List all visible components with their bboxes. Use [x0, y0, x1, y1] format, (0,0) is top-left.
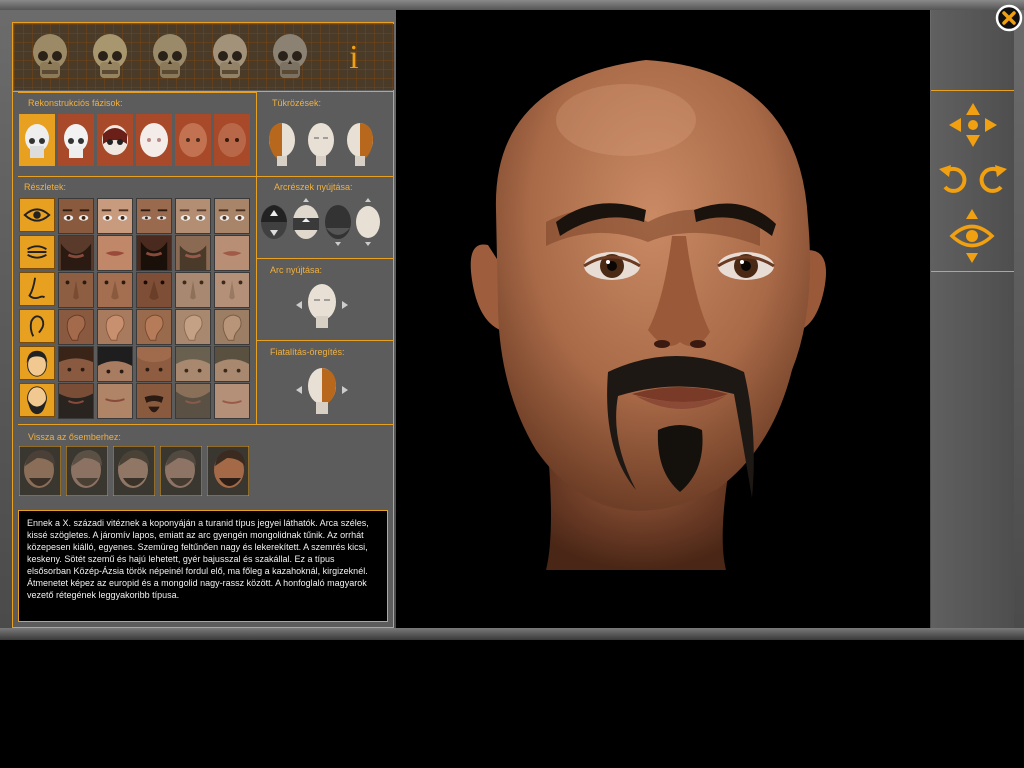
nose-option-5[interactable]	[214, 272, 250, 308]
stretch-midface-button[interactable]	[290, 196, 322, 248]
move-pad	[949, 103, 997, 147]
phase-skull-button[interactable]	[19, 114, 55, 166]
reconstruction-phases-label: Rekonstrukciós fázisok:	[28, 98, 123, 108]
ancestor-option-4[interactable]	[160, 446, 202, 496]
hair-option-1[interactable]	[58, 346, 94, 382]
divider	[18, 424, 394, 425]
eye-option-4[interactable]	[175, 198, 211, 234]
mouth-category-button[interactable]	[19, 235, 55, 269]
stretch-lowerface-button[interactable]	[322, 196, 354, 248]
eye-option-5[interactable]	[214, 198, 250, 234]
mirror-left-button[interactable]	[264, 116, 300, 168]
skull-selector-bar: i	[14, 24, 394, 90]
eye-option-3[interactable]	[136, 198, 172, 234]
face-stretch-label: Arc nyújtása:	[270, 265, 323, 275]
3d-viewport[interactable]	[396, 10, 930, 628]
beard-category-button[interactable]	[19, 383, 55, 417]
details-label: Részletek:	[24, 182, 67, 192]
arrow-left-icon[interactable]	[949, 118, 961, 132]
eye-icon[interactable]	[949, 207, 995, 265]
skull-thumbnail-2[interactable]	[90, 32, 130, 82]
description-text: Ennek a X. századi vitéznek a koponyáján…	[27, 518, 369, 600]
stretch-forehead-button[interactable]	[258, 196, 290, 248]
phase-tissue-markers-button[interactable]	[58, 114, 94, 166]
skull-thumbnail-5[interactable]	[270, 32, 310, 82]
hair-option-5[interactable]	[214, 346, 250, 382]
center-dot-icon[interactable]	[968, 120, 978, 130]
nose-option-1[interactable]	[58, 272, 94, 308]
reconstructed-head	[470, 60, 826, 570]
info-button[interactable]: i	[344, 38, 364, 78]
nose-option-4[interactable]	[175, 272, 211, 308]
divider	[256, 176, 394, 177]
nose-option-3[interactable]	[136, 272, 172, 308]
ear-option-2[interactable]	[97, 309, 133, 345]
application-window: i Rekonstrukciós fázisok: Tükrözések: Ré…	[0, 0, 1024, 640]
stretch-chin-button[interactable]	[352, 196, 384, 248]
phase-muscles-button[interactable]	[97, 114, 133, 166]
beard-option-3[interactable]	[136, 383, 172, 419]
navigation-panel	[931, 10, 1014, 628]
rejuvenate-age-label: Fiatalítás-öregítés:	[270, 347, 345, 357]
mouth-option-1[interactable]	[58, 235, 94, 271]
mouth-option-2[interactable]	[97, 235, 133, 271]
skull-thumbnail-4[interactable]	[210, 32, 250, 82]
phase-skin-button[interactable]	[175, 114, 211, 166]
rotate-left-icon[interactable]	[937, 161, 969, 197]
nose-option-2[interactable]	[97, 272, 133, 308]
divider	[18, 176, 256, 177]
hair-option-3[interactable]	[136, 346, 172, 382]
ear-option-4[interactable]	[175, 309, 211, 345]
beard-option-2[interactable]	[97, 383, 133, 419]
mirror-none-button[interactable]	[303, 116, 339, 168]
ear-option-5[interactable]	[214, 309, 250, 345]
phase-clay-button[interactable]	[136, 114, 172, 166]
beard-option-1[interactable]	[58, 383, 94, 419]
ear-option-3[interactable]	[136, 309, 172, 345]
ear-option-1[interactable]	[58, 309, 94, 345]
mouth-option-3[interactable]	[136, 235, 172, 271]
age-control[interactable]	[292, 362, 352, 418]
close-icon[interactable]	[995, 4, 1023, 32]
ancestor-option-5[interactable]	[207, 446, 249, 496]
description-box: Ennek a X. századi vitéznek a koponyáján…	[18, 510, 388, 622]
ancestor-option-1[interactable]	[19, 446, 61, 496]
hair-category-button[interactable]	[19, 346, 55, 380]
rotate-right-icon[interactable]	[977, 161, 1009, 197]
arrow-up-icon[interactable]	[966, 103, 980, 115]
back-to-ancestor-label: Vissza az ősemberhez:	[28, 432, 121, 442]
arrow-down-icon[interactable]	[966, 135, 980, 147]
arrow-right-icon[interactable]	[985, 118, 997, 132]
window-frame-top	[0, 0, 1024, 10]
ancestor-option-2[interactable]	[66, 446, 108, 496]
ancestor-option-3[interactable]	[113, 446, 155, 496]
window-frame-bottom	[0, 628, 1024, 640]
nose-category-button[interactable]	[19, 272, 55, 306]
ear-category-button[interactable]	[19, 309, 55, 343]
face-part-stretch-label: Arcrészek nyújtása:	[274, 182, 353, 192]
divider	[18, 92, 256, 93]
mouth-option-5[interactable]	[214, 235, 250, 271]
hair-option-2[interactable]	[97, 346, 133, 382]
eye-option-2[interactable]	[97, 198, 133, 234]
skull-thumbnail-1[interactable]	[30, 32, 70, 82]
beard-option-4[interactable]	[175, 383, 211, 419]
divider	[256, 258, 394, 259]
hair-option-4[interactable]	[175, 346, 211, 382]
phase-final-button[interactable]	[214, 114, 250, 166]
beard-option-5[interactable]	[214, 383, 250, 419]
navigation-controls	[931, 90, 1014, 272]
divider	[256, 340, 394, 341]
mouth-option-4[interactable]	[175, 235, 211, 271]
mirroring-label: Tükrözések:	[272, 98, 322, 108]
eye-category-button[interactable]	[19, 198, 55, 232]
face-stretch-control[interactable]	[292, 278, 352, 332]
skull-thumbnail-3[interactable]	[150, 32, 190, 82]
eye-option-1[interactable]	[58, 198, 94, 234]
mirror-right-button[interactable]	[342, 116, 378, 168]
